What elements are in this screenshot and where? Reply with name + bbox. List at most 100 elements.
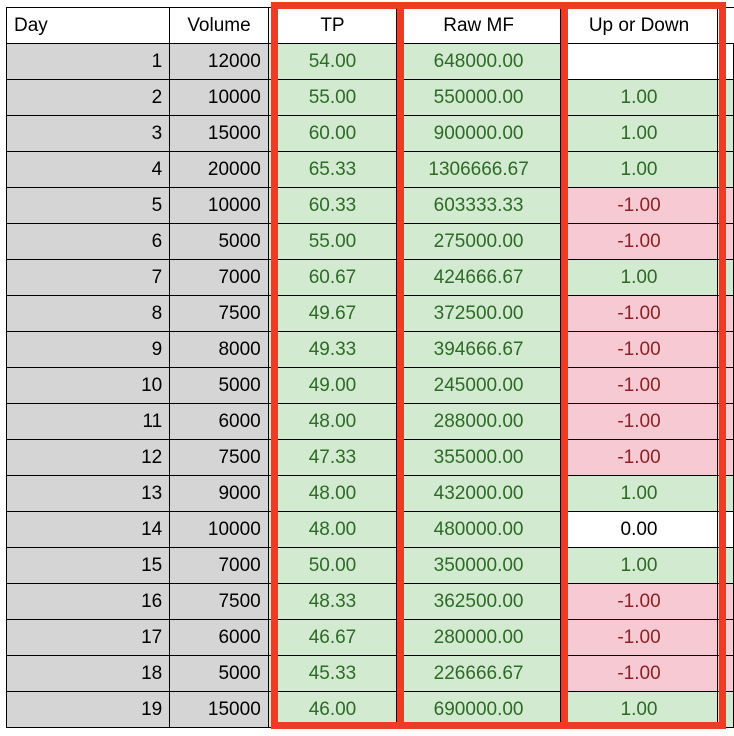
cell-updown[interactable]: 1.00: [560, 79, 718, 116]
cell-volume[interactable]: 5000: [169, 655, 269, 692]
cell-volume[interactable]: 10000: [169, 79, 269, 116]
cell-day[interactable]: 6: [5, 223, 171, 260]
cell-tp[interactable]: 55.00: [267, 79, 398, 116]
cell-volume[interactable]: 15000: [169, 115, 269, 152]
cell-volume[interactable]: 6000: [169, 619, 269, 656]
cell-day[interactable]: 15: [5, 547, 171, 584]
cell-tp[interactable]: 46.67: [267, 619, 398, 656]
cell-rawmf[interactable]: 1306666.67: [396, 151, 561, 188]
cell-day[interactable]: 10: [5, 367, 171, 404]
cell-day[interactable]: 18: [5, 655, 171, 692]
cell-updown[interactable]: -1.00: [560, 367, 718, 404]
cell-volume[interactable]: 5000: [169, 367, 269, 404]
cell-updown[interactable]: -1.00: [560, 331, 718, 368]
cell-tp[interactable]: 55.00: [267, 223, 398, 260]
cell-tp[interactable]: 54.00: [267, 43, 398, 80]
cell-updown[interactable]: -1.00: [560, 619, 718, 656]
cell-updown[interactable]: -1.00: [560, 403, 718, 440]
cell-rawmf[interactable]: 288000.00: [396, 403, 561, 440]
cell-tp[interactable]: 60.33: [267, 187, 398, 224]
cell-volume[interactable]: 7500: [169, 439, 269, 476]
cell-day[interactable]: 13: [5, 475, 171, 512]
cell-tp[interactable]: 49.67: [267, 295, 398, 332]
cell-volume[interactable]: 10000: [169, 187, 269, 224]
cell-day[interactable]: 8: [5, 295, 171, 332]
cell-updown[interactable]: 1.00: [560, 259, 718, 296]
cell-updown[interactable]: 1.00: [560, 475, 718, 512]
cell-updown[interactable]: 1.00: [560, 547, 718, 584]
cell-day[interactable]: 12: [5, 439, 171, 476]
cell-rawmf[interactable]: 350000.00: [396, 547, 561, 584]
cell-volume[interactable]: 8000: [169, 331, 269, 368]
cell-updown[interactable]: 1.00: [560, 151, 718, 188]
cell-tp[interactable]: 49.33: [267, 331, 398, 368]
column-header-rawmf[interactable]: Raw MF: [396, 7, 561, 44]
column-header-volume[interactable]: Volume: [169, 7, 269, 44]
cell-updown[interactable]: -1.00: [560, 439, 718, 476]
cell-rawmf[interactable]: 648000.00: [396, 43, 561, 80]
cell-updown[interactable]: -1.00: [560, 223, 718, 260]
cell-day[interactable]: 11: [5, 403, 171, 440]
cell-tp[interactable]: 50.00: [267, 547, 398, 584]
cell-tp[interactable]: 46.00: [267, 691, 398, 728]
cell-rawmf[interactable]: 900000.00: [396, 115, 561, 152]
cell-rawmf[interactable]: 480000.00: [396, 511, 561, 548]
cell-tp[interactable]: 48.00: [267, 403, 398, 440]
cell-volume[interactable]: 9000: [169, 475, 269, 512]
cell-rawmf[interactable]: 355000.00: [396, 439, 561, 476]
cell-tp[interactable]: 48.00: [267, 511, 398, 548]
cell-day[interactable]: 1: [5, 43, 171, 80]
cell-updown[interactable]: -1.00: [560, 187, 718, 224]
cell-rawmf[interactable]: 432000.00: [396, 475, 561, 512]
cell-tp[interactable]: 48.33: [267, 583, 398, 620]
cell-rawmf[interactable]: 603333.33: [396, 187, 561, 224]
cell-day[interactable]: 2: [5, 79, 171, 116]
column-header-updown[interactable]: Up or Down: [560, 7, 718, 44]
cell-volume[interactable]: 20000: [169, 151, 269, 188]
cell-tp[interactable]: 60.00: [267, 115, 398, 152]
cell-rawmf[interactable]: 275000.00: [396, 223, 561, 260]
cell-updown[interactable]: -1.00: [560, 295, 718, 332]
cell-rawmf[interactable]: 362500.00: [396, 583, 561, 620]
cell-tp[interactable]: 65.33: [267, 151, 398, 188]
cell-volume[interactable]: 5000: [169, 223, 269, 260]
cell-volume[interactable]: 10000: [169, 511, 269, 548]
cell-day[interactable]: 3: [5, 115, 171, 152]
cell-tp[interactable]: 47.33: [267, 439, 398, 476]
cell-rawmf[interactable]: 424666.67: [396, 259, 561, 296]
cell-updown[interactable]: 0.00: [560, 511, 718, 548]
cell-day[interactable]: 19: [5, 691, 171, 728]
column-header-day[interactable]: Day: [5, 7, 171, 44]
cell-updown[interactable]: -1.00: [560, 655, 718, 692]
cell-day[interactable]: 17: [5, 619, 171, 656]
cell-volume[interactable]: 7500: [169, 583, 269, 620]
cell-day[interactable]: 5: [5, 187, 171, 224]
cell-volume[interactable]: 7500: [169, 295, 269, 332]
cell-volume[interactable]: 15000: [169, 691, 269, 728]
cell-day[interactable]: 9: [5, 331, 171, 368]
cell-rawmf[interactable]: 280000.00: [396, 619, 561, 656]
cell-tp[interactable]: 49.00: [267, 367, 398, 404]
cell-updown[interactable]: [560, 43, 718, 80]
cell-volume[interactable]: 6000: [169, 403, 269, 440]
cell-rawmf[interactable]: 245000.00: [396, 367, 561, 404]
cell-updown[interactable]: -1.00: [560, 583, 718, 620]
cell-rawmf[interactable]: 394666.67: [396, 331, 561, 368]
cell-tp[interactable]: 60.67: [267, 259, 398, 296]
cell-updown[interactable]: 1.00: [560, 691, 718, 728]
cell-day[interactable]: 14: [5, 511, 171, 548]
cell-rawmf[interactable]: 550000.00: [396, 79, 561, 116]
cell-volume[interactable]: 7000: [169, 259, 269, 296]
cell-rawmf[interactable]: 690000.00: [396, 691, 561, 728]
cell-tp[interactable]: 48.00: [267, 475, 398, 512]
cell-day[interactable]: 4: [5, 151, 171, 188]
cell-day[interactable]: 16: [5, 583, 171, 620]
cell-volume[interactable]: 7000: [169, 547, 269, 584]
cell-tp[interactable]: 45.33: [267, 655, 398, 692]
cell-updown[interactable]: 1.00: [560, 115, 718, 152]
column-header-tp[interactable]: TP: [267, 7, 398, 44]
cell-rawmf[interactable]: 372500.00: [396, 295, 561, 332]
cell-rawmf[interactable]: 226666.67: [396, 655, 561, 692]
cell-day[interactable]: 7: [5, 259, 171, 296]
cell-volume[interactable]: 12000: [169, 43, 269, 80]
